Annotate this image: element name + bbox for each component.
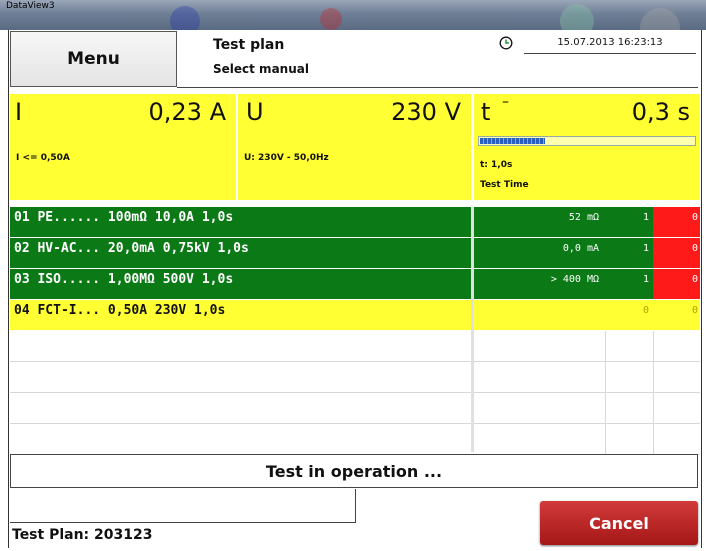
page-title: Test plan bbox=[213, 37, 285, 53]
step-pass-count: 0 bbox=[605, 300, 653, 330]
cancel-button[interactable]: Cancel bbox=[540, 501, 698, 545]
clock-icon bbox=[499, 36, 513, 50]
table-row: 02 HV-AC... 20,0mA 0,75kV 1,0s 0,0 mA 1 0 bbox=[10, 238, 700, 268]
time-label: Test Time bbox=[480, 180, 529, 190]
step-fail-count: 0 bbox=[653, 207, 700, 237]
time-superscript: – bbox=[502, 94, 509, 110]
table-gridline bbox=[10, 423, 700, 424]
window-title-bar: DataView3 bbox=[0, 0, 706, 48]
status-bar: Test in operation ... bbox=[10, 454, 698, 488]
step-pass-count: 1 bbox=[605, 269, 653, 299]
menu-button[interactable]: Menu bbox=[10, 31, 177, 87]
voltage-detail: U: 230V - 50,0Hz bbox=[244, 153, 329, 163]
time-panel: t – 0,3 s t: 1,0s Test Time bbox=[474, 94, 700, 200]
step-fail-count: 0 bbox=[653, 300, 700, 330]
voltage-symbol: U bbox=[246, 98, 264, 126]
test-plan-label: Test Plan: 203123 bbox=[12, 527, 153, 543]
step-measured-value: 0,0 mA bbox=[474, 238, 605, 268]
table-gridline bbox=[653, 331, 654, 455]
step-name: 03 ISO..... 1,00MΩ 500V 1,0s bbox=[10, 269, 471, 299]
table-gridline bbox=[605, 331, 606, 455]
time-progress-fill bbox=[480, 138, 545, 144]
step-pass-count: 1 bbox=[605, 238, 653, 268]
header-divider bbox=[177, 87, 698, 88]
input-field[interactable] bbox=[10, 489, 356, 523]
step-name: 04 FCT-I... 0,50A 230V 1,0s bbox=[10, 300, 471, 330]
table-column-separator bbox=[471, 207, 474, 452]
time-setting: t: 1,0s bbox=[480, 160, 513, 170]
step-measured-value: 52 mΩ bbox=[474, 207, 605, 237]
current-limit: I <= 0,50A bbox=[16, 153, 70, 163]
background-decoration bbox=[320, 8, 342, 30]
step-measured-value bbox=[474, 300, 605, 330]
time-symbol: t bbox=[481, 98, 491, 126]
step-pass-count: 1 bbox=[605, 207, 653, 237]
window-title: DataView3 bbox=[6, 1, 55, 11]
page-subtitle: Select manual bbox=[213, 62, 309, 76]
time-value: 0,3 s bbox=[631, 98, 690, 126]
voltage-value: 230 V bbox=[391, 98, 461, 126]
datetime-display: 15.07.2013 16:23:13 bbox=[524, 37, 696, 54]
current-symbol: I bbox=[15, 98, 23, 126]
voltage-panel: U 230 V U: 230V - 50,0Hz bbox=[238, 94, 471, 200]
table-row: 03 ISO..... 1,00MΩ 500V 1,0s > 400 MΩ 1 0 bbox=[10, 269, 700, 299]
time-progress-bar bbox=[478, 136, 696, 146]
table-gridline bbox=[10, 361, 700, 362]
step-fail-count: 0 bbox=[653, 238, 700, 268]
step-name: 01 PE...... 100mΩ 10,0A 1,0s bbox=[10, 207, 471, 237]
current-value: 0,23 A bbox=[148, 98, 226, 126]
table-row: 01 PE...... 100mΩ 10,0A 1,0s 52 mΩ 1 0 bbox=[10, 207, 700, 237]
step-name: 02 HV-AC... 20,0mA 0,75kV 1,0s bbox=[10, 238, 471, 268]
step-fail-count: 0 bbox=[653, 269, 700, 299]
current-panel: I 0,23 A I <= 0,50A bbox=[10, 94, 237, 200]
table-gridline bbox=[10, 392, 700, 393]
table-row: 04 FCT-I... 0,50A 230V 1,0s 0 0 bbox=[10, 300, 700, 330]
step-measured-value: > 400 MΩ bbox=[474, 269, 605, 299]
